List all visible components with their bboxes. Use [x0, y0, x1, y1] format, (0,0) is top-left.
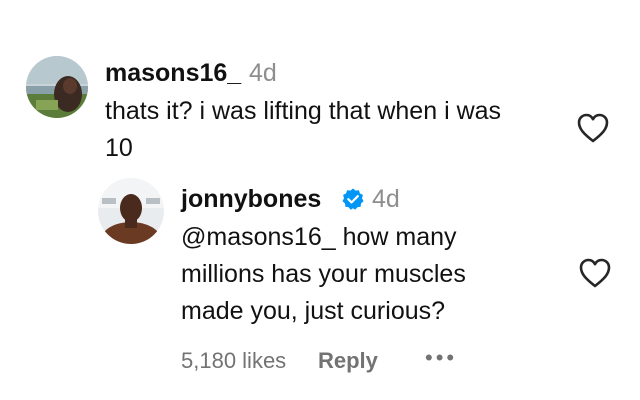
reply-text-line: made you, just curious? [181, 297, 446, 325]
reply-text: @masons16_ how many millions has your mu… [181, 219, 561, 330]
reply-button[interactable]: Reply [318, 346, 378, 376]
reply-like-count[interactable]: 5,180 likes [181, 346, 286, 376]
like-reply-button[interactable] [578, 257, 612, 289]
verified-badge-icon [341, 187, 365, 211]
heart-outline-icon [577, 113, 609, 143]
reply-text-segment: how many [335, 223, 457, 251]
reply-text-line: millions has your muscles [181, 260, 466, 288]
replier-username[interactable]: jonnybones [181, 184, 321, 214]
reply-text-line: @masons16_ how many [181, 219, 561, 256]
comment-thread: masons16_ 4d thats it? i was lifting tha… [0, 0, 640, 400]
heart-outline-icon [579, 258, 611, 288]
more-options-button[interactable]: ••• [425, 343, 457, 373]
like-comment-button[interactable] [576, 112, 610, 144]
comment-text-line: 10 [105, 134, 133, 162]
comment-text-line: thats it? i was lifting that when i was [105, 97, 502, 125]
comment-text: thats it? i was lifting that when i was … [105, 93, 565, 167]
mention-link[interactable]: @masons16_ [181, 223, 336, 251]
reply-timestamp: 4d [372, 185, 400, 213]
replier-avatar[interactable] [98, 178, 164, 244]
commenter-username[interactable]: masons16_ [105, 58, 241, 88]
commenter-avatar[interactable] [26, 56, 88, 118]
comment-timestamp: 4d [249, 59, 277, 87]
